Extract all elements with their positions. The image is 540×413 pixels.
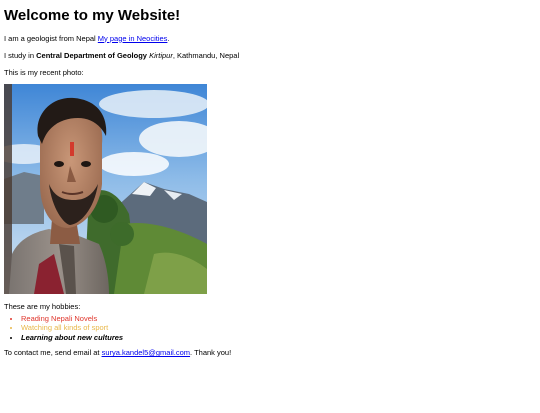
profile-photo: [4, 83, 207, 294]
study-suffix: , Kathmandu, Nepal: [172, 50, 240, 60]
hobbies-label: These are my hobbies:: [4, 301, 81, 311]
hobbies-list: Reading Nepali Novels Watching all kinds…: [4, 314, 536, 342]
hobby-item: Reading Nepali Novels: [21, 314, 536, 323]
contact-suffix: . Thank you!: [190, 348, 232, 358]
place-name: Kirtipur: [149, 50, 173, 60]
study-paragraph: I study in Central Department of Geology…: [4, 51, 536, 60]
email-link[interactable]: surya.kandel5@gmail.com: [102, 348, 190, 357]
intro-paragraph: I am a geologist from Nepal My page in N…: [4, 34, 536, 43]
study-prefix: I study in: [4, 50, 37, 60]
neocities-link[interactable]: My page in Neocities: [98, 34, 168, 43]
intro-text: I am a geologist from Nepal: [4, 33, 98, 43]
page-title: Welcome to my Website!: [4, 7, 181, 24]
department-name: Central Department of Geology: [36, 50, 147, 60]
hobby-item: Watching all kinds of sport: [21, 323, 536, 332]
contact-paragraph: To contact me, send email at surya.kande…: [4, 348, 536, 357]
contact-prefix: To contact me, send email at: [4, 348, 102, 358]
hobby-item: Learning about new cultures: [21, 333, 536, 342]
photo-caption: This is my recent photo:: [4, 68, 84, 78]
intro-suffix: .: [167, 33, 170, 43]
page-content: Welcome to my Website! I am a geologist …: [0, 7, 540, 358]
